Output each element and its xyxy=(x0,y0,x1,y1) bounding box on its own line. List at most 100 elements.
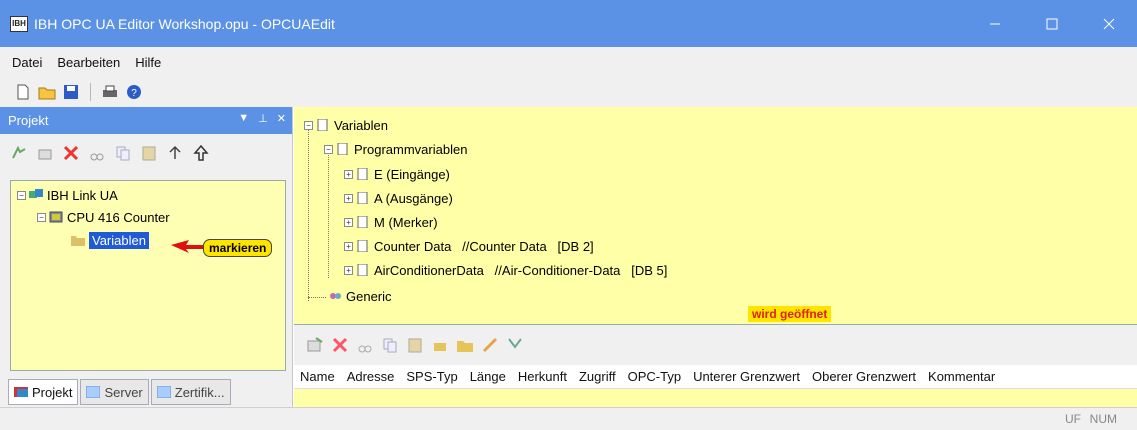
expand-icon[interactable]: + xyxy=(344,217,353,227)
tree-node-variablen-root[interactable]: − Variablen xyxy=(304,115,388,135)
document-icon xyxy=(357,240,368,252)
cut-icon[interactable] xyxy=(88,144,106,162)
expand-icon[interactable]: + xyxy=(344,193,353,203)
collapse-icon[interactable]: − xyxy=(17,190,26,200)
tree-label-generic: Generic xyxy=(346,288,392,304)
tree-node-counter-data[interactable]: + Counter Data //Counter Data [DB 2] xyxy=(344,236,594,256)
pin-icon[interactable]: ⊥ xyxy=(258,112,268,125)
menu-datei[interactable]: Datei xyxy=(12,55,42,70)
column-header[interactable]: Herkunft xyxy=(512,369,573,384)
minimize-icon xyxy=(989,23,1000,24)
panel-close-icon[interactable]: ✕ xyxy=(277,112,286,125)
tree-label-cpu: CPU 416 Counter xyxy=(67,209,170,225)
column-header[interactable]: SPS-Typ xyxy=(400,369,463,384)
expand-icon[interactable]: + xyxy=(344,169,353,179)
menu-bearbeiten[interactable]: Bearbeiten xyxy=(57,55,120,70)
paste-icon[interactable] xyxy=(406,336,424,354)
collapse-icon[interactable]: − xyxy=(324,144,333,154)
tree-node-programmvariablen[interactable]: − Programmvariablen xyxy=(324,139,467,159)
project-icon xyxy=(14,387,28,397)
expand-icon[interactable]: + xyxy=(344,265,353,275)
up-arrow-icon[interactable] xyxy=(166,144,184,162)
document-icon xyxy=(357,168,368,180)
column-header[interactable]: Adresse xyxy=(341,369,401,384)
generic-icon xyxy=(330,293,341,299)
window-title: IBH OPC UA Editor Workshop.opu - OPCUAEd… xyxy=(34,15,335,32)
column-header[interactable]: Zugriff xyxy=(573,369,622,384)
tree-node-ibh-link[interactable]: − IBH Link UA xyxy=(17,185,118,205)
print-icon[interactable] xyxy=(101,83,119,101)
menu-hilfe[interactable]: Hilfe xyxy=(135,55,161,70)
column-header[interactable]: Unterer Grenzwert xyxy=(687,369,806,384)
paste-icon[interactable] xyxy=(140,144,158,162)
folder-icon xyxy=(71,236,85,246)
server-icon xyxy=(86,386,101,398)
tree-label-variablen: Variablen xyxy=(89,231,149,249)
tree-node-variablen[interactable]: Variablen xyxy=(71,230,149,250)
import-icon[interactable] xyxy=(431,336,449,354)
folder-icon[interactable] xyxy=(456,336,474,354)
maximize-button[interactable] xyxy=(1023,0,1080,47)
up-level-icon[interactable] xyxy=(192,144,210,162)
edit-icon[interactable] xyxy=(36,144,54,162)
markieren-callout: markieren xyxy=(203,239,273,257)
tab-server-label: Server xyxy=(104,384,143,400)
maximize-icon xyxy=(1046,18,1057,29)
dropdown-icon[interactable]: ▼ xyxy=(238,112,249,125)
document-icon xyxy=(357,192,368,204)
tab-server[interactable]: Server xyxy=(80,379,149,405)
document-icon xyxy=(317,119,328,131)
open-folder-icon[interactable] xyxy=(38,83,56,101)
expand-icon[interactable]: + xyxy=(344,241,353,251)
tree-node-ausgaenge[interactable]: + A (Ausgänge) xyxy=(344,188,453,208)
delete-icon[interactable] xyxy=(331,336,349,354)
network-device-icon xyxy=(29,189,43,198)
variable-table-header: Name Adresse SPS-Typ Länge Herkunft Zugr… xyxy=(294,365,1137,389)
save-icon[interactable] xyxy=(62,83,80,101)
tab-zertifikate-label: Zertifik... xyxy=(174,384,225,400)
collapse-icon[interactable]: − xyxy=(37,212,46,222)
document-icon xyxy=(337,143,348,155)
new-file-icon[interactable] xyxy=(14,83,32,101)
add-icon[interactable] xyxy=(10,144,28,162)
close-button[interactable] xyxy=(1080,0,1137,47)
title-bar: IBH IBH OPC UA Editor Workshop.opu - OPC… xyxy=(0,0,1137,47)
column-header[interactable]: OPC-Typ xyxy=(622,369,687,384)
tab-projekt[interactable]: Projekt xyxy=(8,379,79,405)
certificate-icon xyxy=(156,386,171,398)
tree-node-airconditioner-data[interactable]: + AirConditionerData //Air-Conditioner-D… xyxy=(344,260,667,280)
svg-text:?: ? xyxy=(131,88,137,99)
tree-label-ausgaenge: A (Ausgänge) xyxy=(374,190,453,206)
tree-line xyxy=(328,153,329,278)
tree-node-merker[interactable]: + M (Merker) xyxy=(344,212,438,232)
project-toolbar xyxy=(0,134,292,172)
cut-icon[interactable] xyxy=(356,336,374,354)
filter-icon[interactable] xyxy=(506,336,524,354)
copy-icon[interactable] xyxy=(381,336,399,354)
copy-icon[interactable] xyxy=(114,144,132,162)
minimize-button[interactable] xyxy=(966,0,1023,47)
column-header[interactable]: Kommentar xyxy=(922,369,1001,384)
document-icon xyxy=(357,264,368,276)
project-panel-header: Projekt ▼ ⊥ ✕ xyxy=(0,107,292,134)
column-header[interactable]: Name xyxy=(294,369,341,384)
variable-toolbar xyxy=(294,325,1137,365)
column-header[interactable]: Länge xyxy=(464,369,512,384)
cpu-icon xyxy=(49,211,63,223)
tree-node-generic[interactable]: Generic xyxy=(328,286,392,306)
tab-zertifikate[interactable]: Zertifik... xyxy=(150,379,231,405)
help-icon[interactable]: ? xyxy=(125,83,143,101)
project-panel: Projekt ▼ ⊥ ✕ − IBH Link UA − CPU 416 Co… xyxy=(0,107,293,407)
tree-node-eingaenge[interactable]: + E (Eingänge) xyxy=(344,164,450,184)
variable-table-body[interactable] xyxy=(294,389,1137,407)
tree-node-cpu[interactable]: − CPU 416 Counter xyxy=(37,207,170,227)
variable-tree: − Variablen − Programmvariablen + E (Ein… xyxy=(294,107,1137,325)
column-header[interactable]: Oberer Grenzwert xyxy=(806,369,922,384)
arrow-icon xyxy=(171,240,203,253)
pencil-icon[interactable] xyxy=(481,336,499,354)
collapse-icon[interactable]: − xyxy=(304,120,313,130)
panel-tabs: Projekt Server Zertifik... xyxy=(0,377,293,407)
delete-icon[interactable] xyxy=(62,144,80,162)
add-variable-icon[interactable] xyxy=(306,336,324,354)
status-bar: UF NUM xyxy=(0,407,1137,430)
